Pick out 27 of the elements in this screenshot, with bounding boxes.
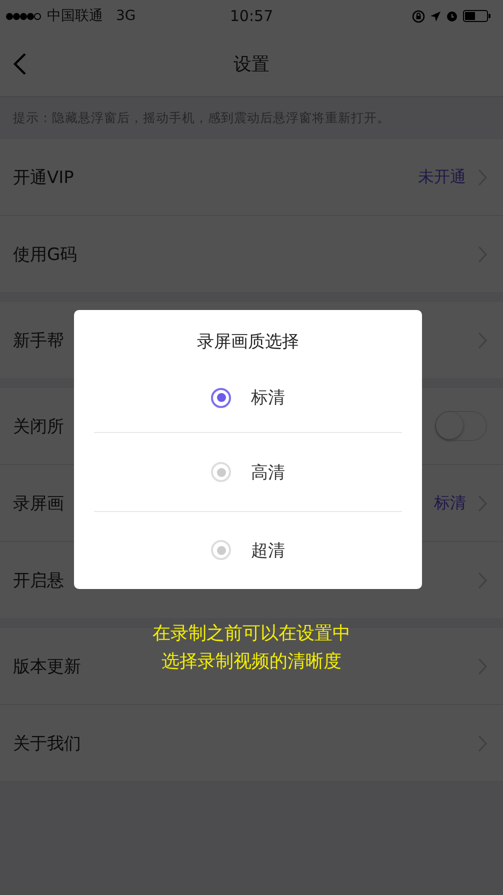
option-label[interactable]: 超清 [251,538,285,562]
carrier: 中国联通 [47,7,103,25]
setting-label: 关于我们 [13,732,81,754]
setting-label: 使用G码 [13,244,78,266]
back-icon[interactable] [13,52,27,76]
setting-value: 标清 [434,492,466,514]
rotation-lock-icon [412,10,425,22]
battery-icon [463,10,491,22]
signal-icon [6,12,42,20]
option-label[interactable]: 高清 [251,460,285,484]
caption-text: 在录制之前可以在设置中 [152,622,350,646]
setting-value: 未开通 [418,166,466,188]
setting-label: 新手帮 [13,330,64,352]
setting-label: 开通VIP [13,166,74,188]
option-label[interactable]: 标清 [251,386,285,410]
alarm-icon [446,10,458,22]
location-icon [430,10,441,22]
radio-button[interactable] [211,388,231,408]
dialog-title: 录屏画质选择 [197,331,299,353]
setting-label: 开启悬 [13,570,64,592]
setting-label: 录屏画 [13,492,64,514]
setting-label: 版本更新 [13,656,81,678]
page-title: 设置 [234,53,270,76]
caption-text: 选择录制视频的清晰度 [162,650,342,674]
network-type: 3G [116,8,136,24]
clock-time: 10:57 [230,7,274,25]
setting-label: 关闭所 [13,416,64,438]
